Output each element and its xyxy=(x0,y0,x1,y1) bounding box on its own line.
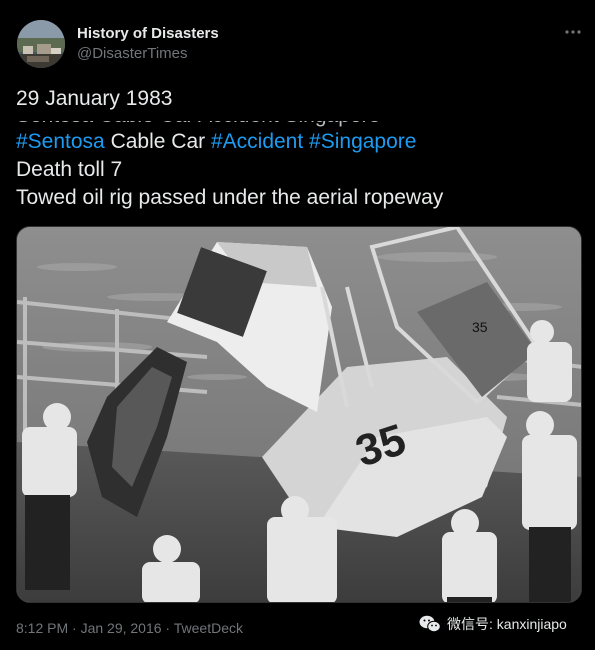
tweet-line-description: Towed oil rig passed under the aerial ro… xyxy=(16,186,444,209)
display-name[interactable]: History of Disasters xyxy=(77,25,219,42)
hashtag-sentosa[interactable]: #Sentosa xyxy=(16,130,105,153)
tweet-line-death-toll: Death toll 7 xyxy=(16,158,123,181)
wechat-icon xyxy=(419,615,441,633)
text-cable-car: Cable Car xyxy=(104,130,211,153)
account-handle[interactable]: @DisasterTimes xyxy=(77,45,188,62)
tweet-line-hashtags: #Sentosa Cable Car #Accident #Singapore xyxy=(16,128,416,156)
tweet-meta[interactable]: 8:12 PM · Jan 29, 2016 · TweetDeck xyxy=(16,620,243,636)
avatar[interactable] xyxy=(17,20,65,68)
watermark-text: 微信号: kanxinjiapo xyxy=(447,616,567,632)
hashtag-accident[interactable]: #Accident xyxy=(211,130,303,153)
wechat-watermark: 微信号: kanxinjiapo xyxy=(419,612,567,636)
tweet-photo[interactable]: 35 35 xyxy=(16,226,582,603)
date-line: 29 January 1983 xyxy=(16,84,188,114)
hashtag-singapore[interactable]: #Singapore xyxy=(309,130,416,153)
door-number: 35 xyxy=(472,319,488,335)
tweet-card: History of Disasters @DisasterTimes Sent… xyxy=(0,0,595,650)
more-horizontal-icon[interactable] xyxy=(563,24,583,40)
